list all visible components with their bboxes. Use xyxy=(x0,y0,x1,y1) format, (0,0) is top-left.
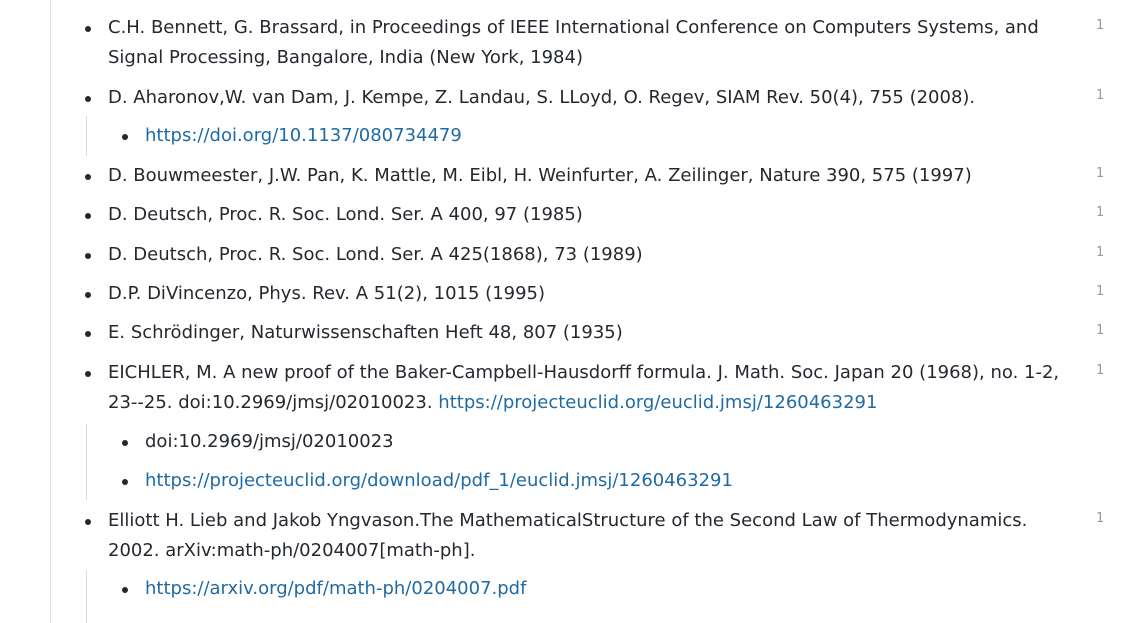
bullet-icon xyxy=(85,253,91,259)
bullet-icon xyxy=(122,440,128,446)
reference-count: 1 xyxy=(1096,284,1105,299)
reference-item: D. Aharonov,W. van Dam, J. Kempe, Z. Lan… xyxy=(85,83,1083,113)
reference-count: 1 xyxy=(1096,323,1105,338)
reference-item: C.H. Bennett, G. Brassard, in Proceeding… xyxy=(85,13,1083,73)
bullet-icon xyxy=(85,26,91,32)
reference-item: D.P. DiVincenzo, Phys. Rev. A 51(2), 101… xyxy=(85,279,1083,309)
bullet-icon xyxy=(85,331,91,337)
reference-count: 1 xyxy=(1096,166,1105,181)
reference-link[interactable]: https://projecteuclid.org/download/pdf_1… xyxy=(145,470,733,491)
reference-link[interactable]: https://arxiv.org/pdf/math-ph/0204007.pd… xyxy=(145,578,526,599)
bullet-icon xyxy=(85,213,91,219)
reference-text: D.P. DiVincenzo, Phys. Rev. A 51(2), 101… xyxy=(108,283,546,304)
sub-list-item: https://arxiv.org/pdf/math-ph/0204007.pd… xyxy=(122,574,526,604)
sub-list-item: https://projecteuclid.org/download/pdf_1… xyxy=(122,466,733,496)
reference-link[interactable]: https://doi.org/10.1137/080734479 xyxy=(145,125,462,146)
sub-list-item: https://doi.org/10.1137/080734479 xyxy=(122,121,462,151)
reference-text: D. Aharonov,W. van Dam, J. Kempe, Z. Lan… xyxy=(108,87,976,108)
reference-count: 1 xyxy=(1096,205,1105,220)
reference-text: D. Deutsch, Proc. R. Soc. Lond. Ser. A 4… xyxy=(108,204,583,225)
reference-text: Elliott H. Lieb and Jakob Yngvason.The M… xyxy=(108,510,1028,561)
reference-item: D. Deutsch, Proc. R. Soc. Lond. Ser. A 4… xyxy=(85,200,1083,230)
bullet-icon xyxy=(85,174,91,180)
reference-count: 1 xyxy=(1096,511,1105,526)
reference-item: Elliott H. Lieb and Jakob Yngvason.The M… xyxy=(85,506,1083,566)
left-border xyxy=(50,0,51,623)
doi-text: doi:10.2969/jmsj/02010023 xyxy=(145,431,394,452)
reference-item: D. Deutsch, Proc. R. Soc. Lond. Ser. A 4… xyxy=(85,240,1083,270)
reference-count: 1 xyxy=(1096,363,1105,378)
sub-list-rule xyxy=(86,424,87,500)
reference-item: EICHLER, M. A new proof of the Baker-Cam… xyxy=(85,358,1083,418)
bullet-icon xyxy=(85,292,91,298)
bullet-icon xyxy=(85,96,91,102)
reference-text: C.H. Bennett, G. Brassard, in Proceeding… xyxy=(108,17,1039,68)
reference-text: D. Deutsch, Proc. R. Soc. Lond. Ser. A 4… xyxy=(108,244,643,265)
sub-list-rule xyxy=(86,116,87,156)
reference-count: 1 xyxy=(1096,18,1105,33)
sub-list-item: doi:10.2969/jmsj/02010023 xyxy=(122,427,394,457)
bullet-icon xyxy=(122,587,128,593)
bullet-icon xyxy=(85,519,91,525)
reference-link[interactable]: https://projecteuclid.org/euclid.jmsj/12… xyxy=(438,392,877,413)
reference-item: E. Schrödinger, Naturwissenschaften Heft… xyxy=(85,318,1083,348)
bullet-icon xyxy=(122,134,128,140)
reference-text: E. Schrödinger, Naturwissenschaften Heft… xyxy=(108,322,623,343)
reference-count: 1 xyxy=(1096,245,1105,260)
reference-item: D. Bouwmeester, J.W. Pan, K. Mattle, M. … xyxy=(85,161,1083,191)
reference-count: 1 xyxy=(1096,88,1105,103)
sub-list-rule xyxy=(86,570,87,623)
bullet-icon xyxy=(122,479,128,485)
bullet-icon xyxy=(85,371,91,377)
reference-text: D. Bouwmeester, J.W. Pan, K. Mattle, M. … xyxy=(108,165,972,186)
